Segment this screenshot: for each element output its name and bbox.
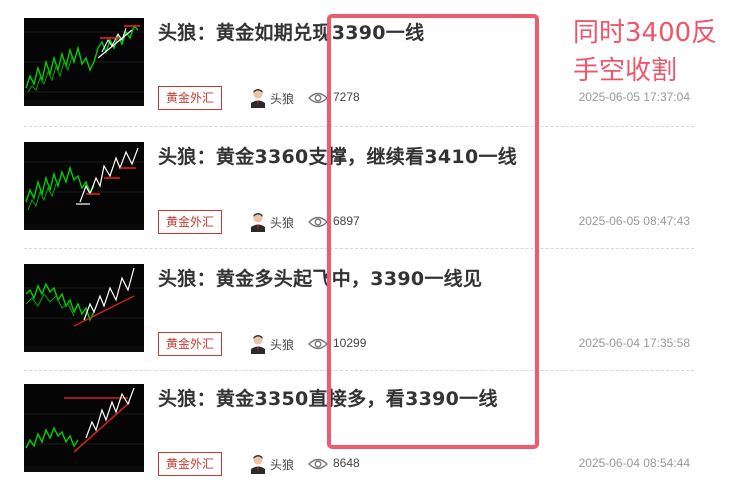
publish-date: 2025-06-04 08:54:44 xyxy=(578,456,690,470)
category-tag[interactable]: 黄金外汇 xyxy=(158,210,223,234)
eye-icon xyxy=(308,338,328,350)
publish-date: 2025-06-05 08:47:43 xyxy=(578,214,690,228)
author-name[interactable]: 头狼 xyxy=(270,90,294,107)
highlight-annotation-box xyxy=(327,14,539,449)
chart-thumbnail[interactable] xyxy=(24,264,144,352)
eye-icon xyxy=(308,216,328,228)
chart-thumbnail-image xyxy=(24,264,144,352)
chart-thumbnail[interactable] xyxy=(24,18,144,106)
chart-thumbnail[interactable] xyxy=(24,142,144,230)
chart-thumbnail[interactable] xyxy=(24,384,144,472)
publish-date: 2025-06-04 17:35:58 xyxy=(578,336,690,350)
chart-thumbnail-image xyxy=(24,142,144,230)
eye-icon xyxy=(308,92,328,104)
author-avatar[interactable] xyxy=(250,454,266,474)
author-avatar[interactable] xyxy=(250,212,266,232)
annotation-line-1: 同时3400反 xyxy=(573,18,718,48)
chart-thumbnail-image xyxy=(24,384,144,472)
view-count: 8648 xyxy=(333,456,360,470)
publish-date: 2025-06-05 17:37:04 xyxy=(578,90,690,104)
author-name[interactable]: 头狼 xyxy=(270,336,294,353)
author-avatar[interactable] xyxy=(250,88,266,108)
eye-icon xyxy=(308,458,328,470)
chart-thumbnail-image xyxy=(24,18,144,106)
category-tag[interactable]: 黄金外汇 xyxy=(158,332,223,356)
category-tag[interactable]: 黄金外汇 xyxy=(158,86,223,110)
annotation-text: 同时3400反 手空收割 xyxy=(573,14,731,90)
author-name[interactable]: 头狼 xyxy=(270,456,294,473)
category-tag[interactable]: 黄金外汇 xyxy=(158,452,223,476)
author-name[interactable]: 头狼 xyxy=(270,214,294,231)
author-avatar[interactable] xyxy=(250,334,266,354)
annotation-line-2: 手空收割 xyxy=(573,56,678,86)
